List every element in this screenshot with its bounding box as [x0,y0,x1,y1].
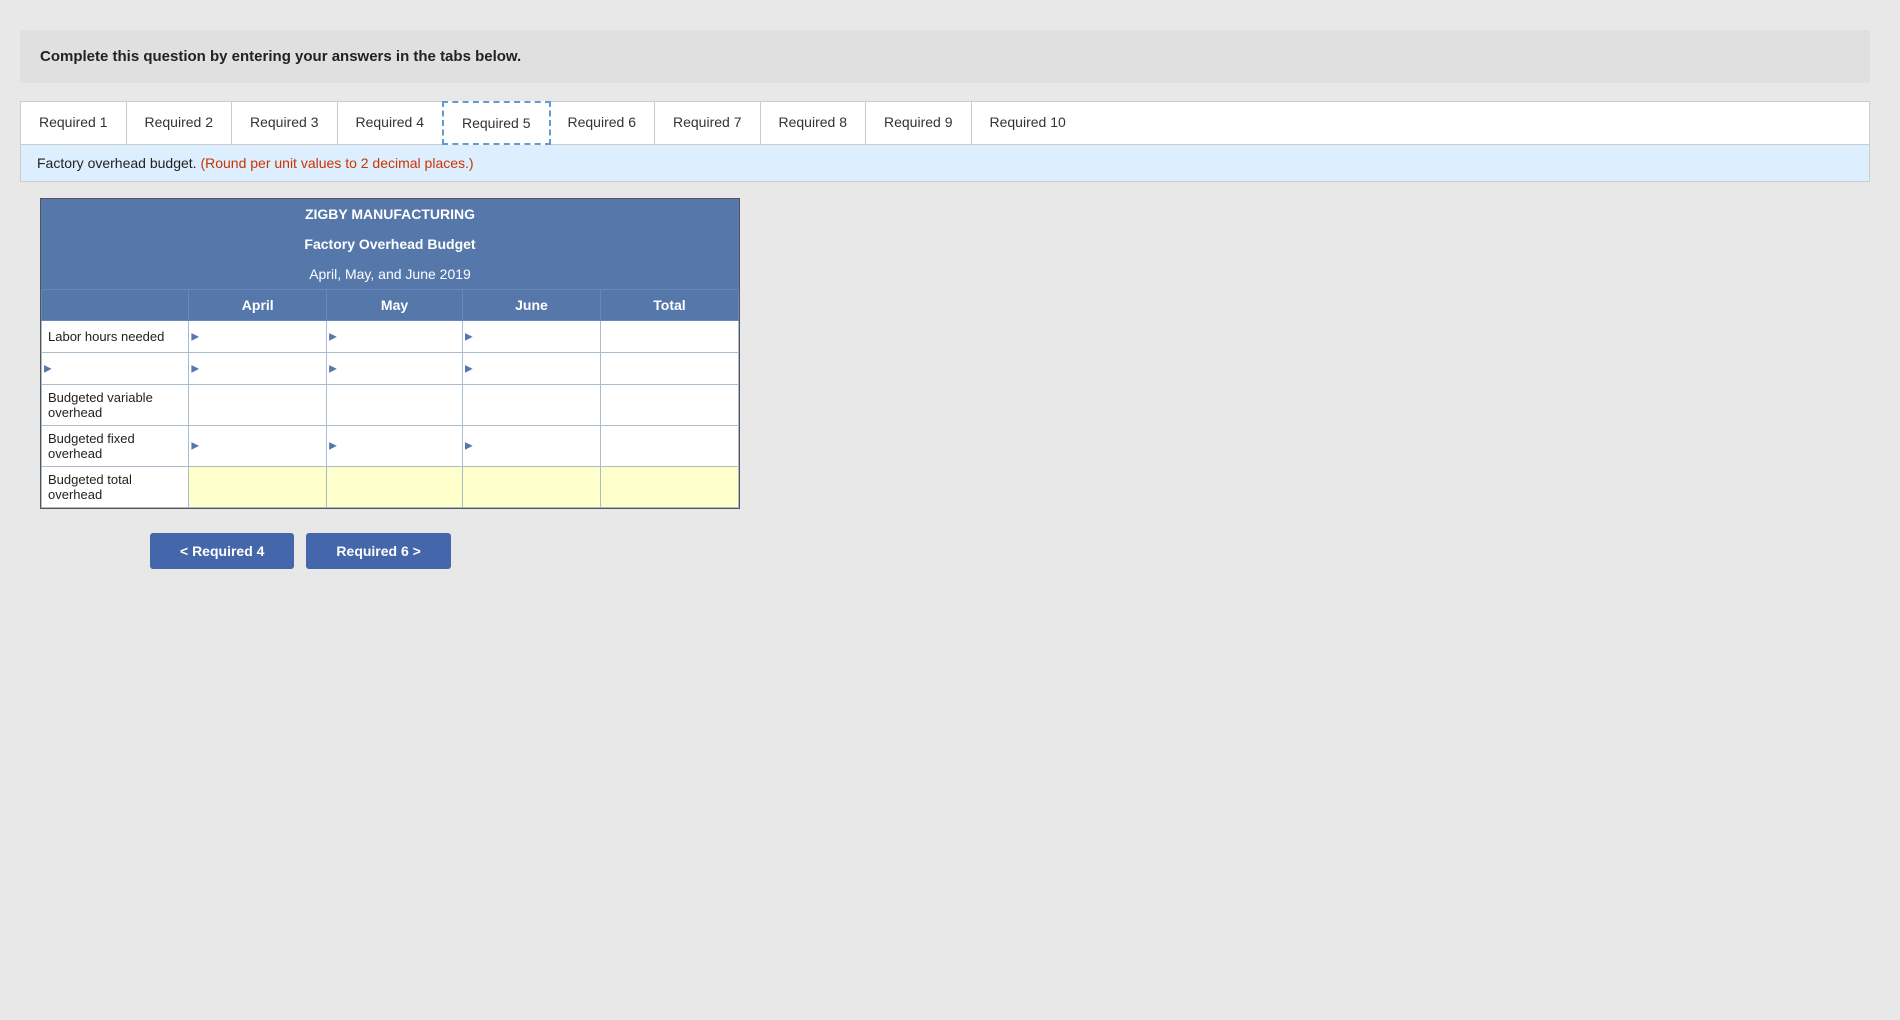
table-subtitle: April, May, and June 2019 [41,259,739,289]
table-header-row: April May June Total [42,290,739,321]
tab-required10[interactable]: Required 10 [972,102,1084,144]
tab-required5[interactable]: Required 5 [442,101,551,145]
tab-required7[interactable]: Required 7 [655,102,761,144]
input-labor-april[interactable] [195,329,320,344]
row-label-labor: Labor hours needed [42,321,189,353]
input-labor-june[interactable] [469,329,594,344]
input-variable-total[interactable] [607,398,732,413]
input-fixed-april[interactable] [195,439,320,454]
cell-row2-june[interactable] [462,353,600,385]
cell-row2-april[interactable] [189,353,327,385]
cell-variable-may[interactable] [327,385,463,426]
input-variable-may[interactable] [333,398,456,413]
main-content: ZIGBY MANUFACTURING Factory Overhead Bud… [20,198,1870,569]
cell-labor-total[interactable] [601,321,739,353]
tabs-container: Required 1 Required 2 Required 3 Require… [20,101,1870,145]
row-label-fixed: Budgeted fixed overhead [42,426,189,467]
instruction-text: Complete this question by entering your … [40,48,521,65]
input-variable-june[interactable] [469,398,594,413]
cell-row2-total[interactable] [601,353,739,385]
cell-variable-june[interactable] [462,385,600,426]
input-variable-april[interactable] [195,398,320,413]
tab-required2[interactable]: Required 2 [127,102,233,144]
input-labor-may[interactable] [333,329,456,344]
info-static-text: Factory overhead budget. [37,155,197,171]
cell-labor-june[interactable] [462,321,600,353]
col-header-total: Total [601,290,739,321]
input-fixed-may[interactable] [333,439,456,454]
cell-total-total[interactable] [601,467,739,508]
cell-total-may[interactable] [327,467,463,508]
input-row2-april[interactable] [195,361,320,376]
input-fixed-june[interactable] [469,439,594,454]
prev-button[interactable]: < Required 4 [150,533,294,569]
tab-required8[interactable]: Required 8 [761,102,867,144]
cell-row2-label[interactable] [42,353,189,385]
col-header-label [42,290,189,321]
cell-labor-may[interactable] [327,321,463,353]
table-row: Budgeted fixed overhead [42,426,739,467]
tab-required9[interactable]: Required 9 [866,102,972,144]
cell-fixed-total[interactable] [601,426,739,467]
company-name: ZIGBY MANUFACTURING [41,199,739,229]
budget-table-wrapper: ZIGBY MANUFACTURING Factory Overhead Bud… [40,198,740,509]
col-header-may: May [327,290,463,321]
row-label-total: Budgeted total overhead [42,467,189,508]
input-total-june[interactable] [469,480,594,495]
col-header-june: June [462,290,600,321]
cell-fixed-may[interactable] [327,426,463,467]
tab-required1[interactable]: Required 1 [21,102,127,144]
col-header-april: April [189,290,327,321]
table-row: Budgeted total overhead [42,467,739,508]
input-total-april[interactable] [195,480,320,495]
cell-fixed-april[interactable] [189,426,327,467]
cell-total-april[interactable] [189,467,327,508]
tab-required4[interactable]: Required 4 [338,102,444,144]
info-bar: Factory overhead budget. (Round per unit… [20,145,1870,182]
table-row: Labor hours needed [42,321,739,353]
budget-table: April May June Total Labor hours needed [41,289,739,508]
cell-variable-total[interactable] [601,385,739,426]
input-row2-total[interactable] [607,361,732,376]
instruction-bar: Complete this question by entering your … [20,30,1870,83]
tab-required3[interactable]: Required 3 [232,102,338,144]
input-labor-total[interactable] [607,329,732,344]
row-label-variable: Budgeted variable overhead [42,385,189,426]
input-total-total[interactable] [607,480,732,495]
next-button[interactable]: Required 6 > [306,533,450,569]
input-row2-june[interactable] [469,361,594,376]
table-row: Budgeted variable overhead [42,385,739,426]
input-total-may[interactable] [333,480,456,495]
cell-row2-may[interactable] [327,353,463,385]
cell-total-june[interactable] [462,467,600,508]
cell-labor-april[interactable] [189,321,327,353]
table-title: Factory Overhead Budget [41,229,739,259]
input-row2-label[interactable] [48,361,182,376]
input-fixed-total[interactable] [607,439,732,454]
info-red-text: (Round per unit values to 2 decimal plac… [200,155,473,171]
input-row2-may[interactable] [333,361,456,376]
table-row [42,353,739,385]
cell-fixed-june[interactable] [462,426,600,467]
tab-required6[interactable]: Required 6 [550,102,656,144]
cell-variable-april[interactable] [189,385,327,426]
nav-buttons: < Required 4 Required 6 > [150,533,451,569]
